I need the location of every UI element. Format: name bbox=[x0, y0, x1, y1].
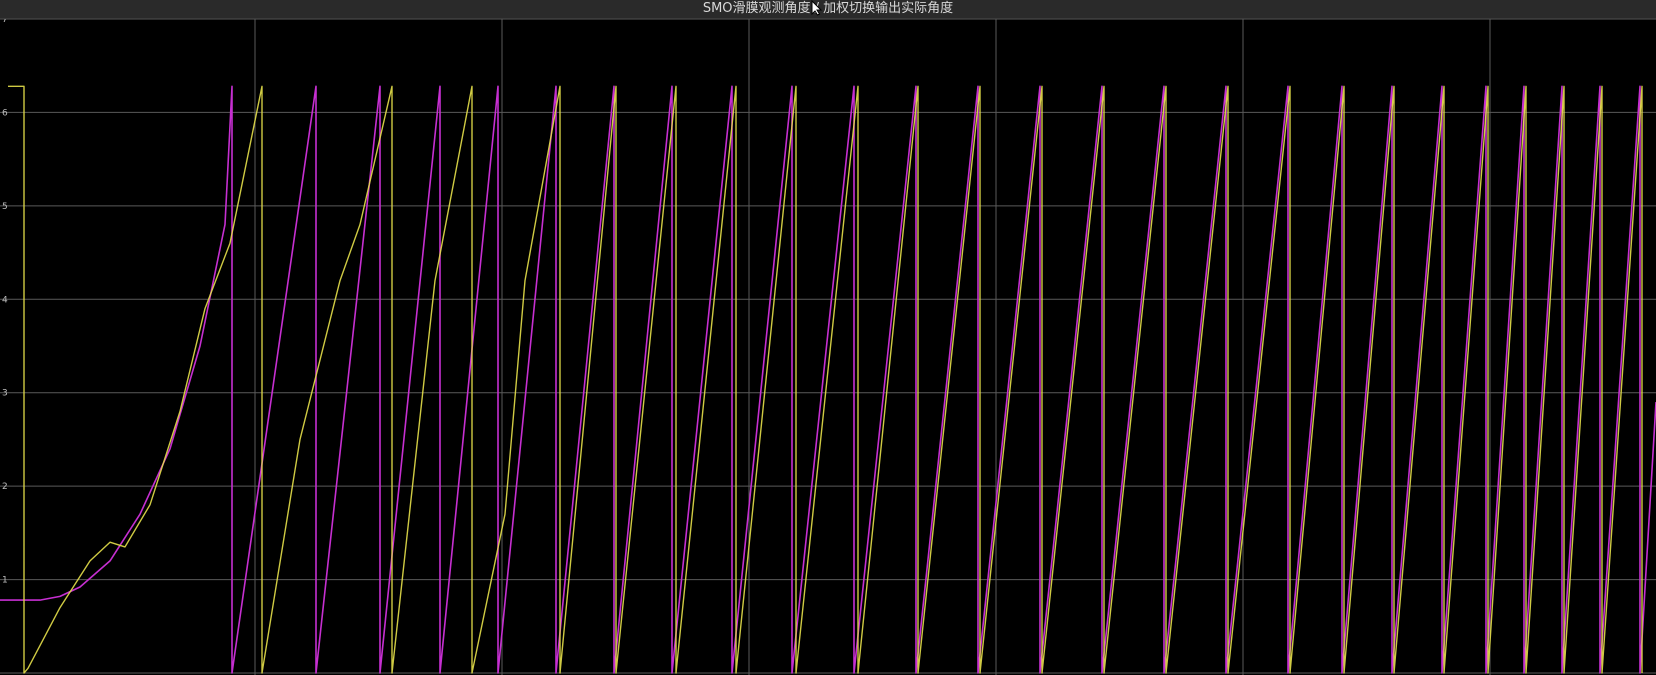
scope-title: SMO滑膜观测角度 / 加权切换输出实际角度 bbox=[702, 1, 954, 16]
y-tick-label: 6 bbox=[2, 108, 8, 118]
scope-plot[interactable]: 1 2 3 4 5 6 7 bbox=[0, 19, 1656, 675]
plot-background bbox=[0, 19, 1656, 675]
y-tick-label: 7 bbox=[2, 19, 8, 25]
y-tick-label: 4 bbox=[2, 295, 8, 305]
y-tick-label: 5 bbox=[2, 202, 8, 212]
mouse-pointer-icon bbox=[811, 0, 823, 16]
scope-title-bar: SMO滑膜观测角度 / 加权切换输出实际角度 bbox=[0, 0, 1656, 19]
y-tick-label: 1 bbox=[2, 576, 8, 586]
y-tick-label: 3 bbox=[2, 389, 8, 399]
y-tick-label: 2 bbox=[2, 482, 8, 492]
